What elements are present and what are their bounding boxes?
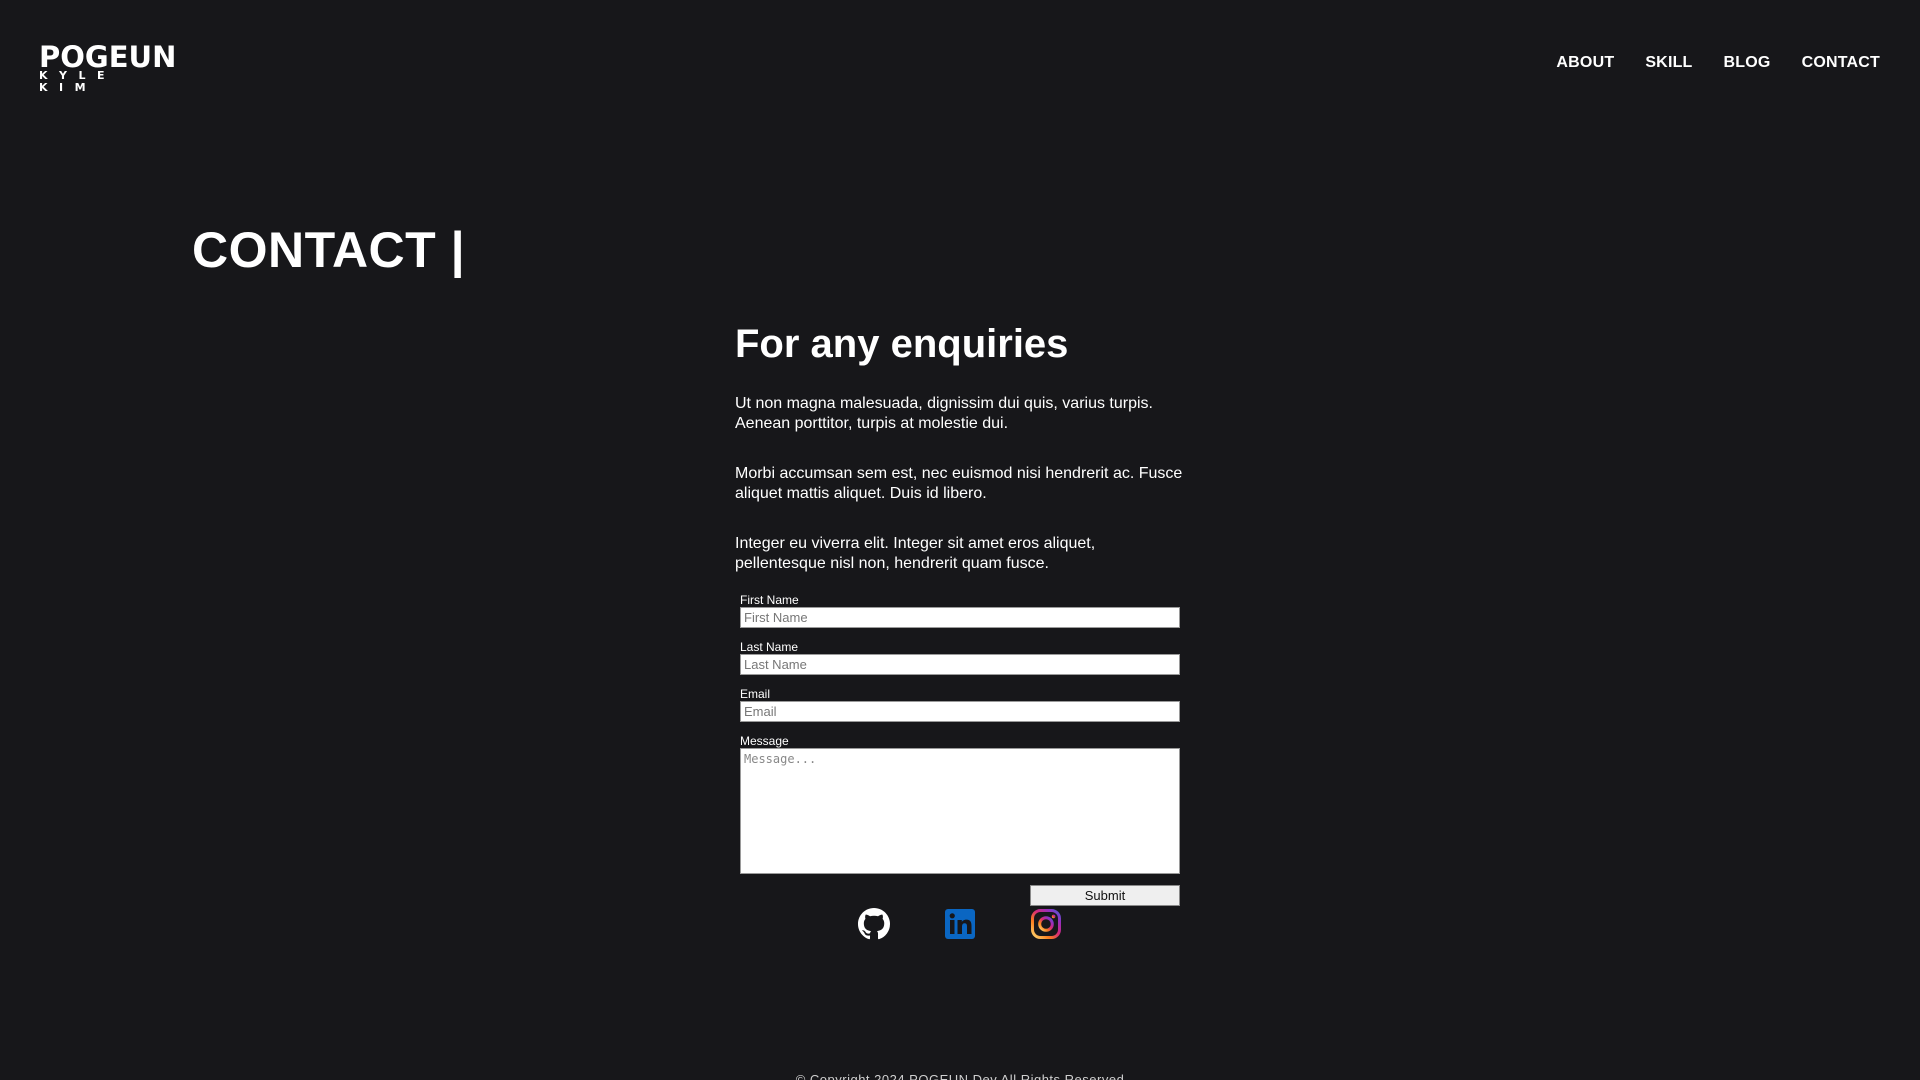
contact-form: First Name Last Name Email Message Submi… [740,593,1180,906]
message-field[interactable] [740,748,1180,874]
message-label: Message [740,734,789,748]
intro-paragraph-1: Ut non magna malesuada, dignissim dui qu… [735,395,1153,432]
email-field[interactable] [740,701,1180,722]
github-icon [858,908,890,940]
brand-name: POGEUN [39,40,177,74]
email-label: Email [740,687,771,701]
brand-logo[interactable]: POGEUN KYLE KIM [39,40,177,94]
social-links [858,908,1062,940]
github-link[interactable] [858,908,890,940]
enquiries-heading: For any enquiries [735,322,1069,366]
intro-paragraph-3: Integer eu viverra elit. Integer sit ame… [735,535,1096,572]
linkedin-link[interactable] [944,908,976,940]
first-name-field[interactable] [740,607,1180,628]
linkedin-icon [945,909,975,939]
nav-item-contact[interactable]: CONTACT [1802,54,1880,72]
intro-paragraph-2: Morbi accumsan sem est, nec euismod nisi… [735,465,1183,502]
page-title: CONTACT | [192,222,466,278]
instagram-link[interactable] [1030,908,1062,940]
nav-item-blog[interactable]: BLOG [1724,54,1771,72]
last-name-field[interactable] [740,654,1180,675]
first-name-label: First Name [740,593,799,607]
contact-page: POGEUN KYLE KIM ABOUT SKILL BLOG CONTACT… [0,0,1920,1080]
main-nav: ABOUT SKILL BLOG CONTACT [1556,54,1880,72]
instagram-icon [1031,909,1061,939]
nav-item-skill[interactable]: SKILL [1645,54,1692,72]
last-name-label: Last Name [740,640,799,654]
submit-row: Submit [740,885,1180,906]
footer-copyright: © Copyright 2024 POGEUN Dev All Rights R… [795,1072,1125,1080]
submit-button[interactable]: Submit [1030,885,1180,906]
contact-section: For any enquiries Ut non magna malesuada… [735,320,1185,906]
nav-item-about[interactable]: ABOUT [1556,54,1614,72]
